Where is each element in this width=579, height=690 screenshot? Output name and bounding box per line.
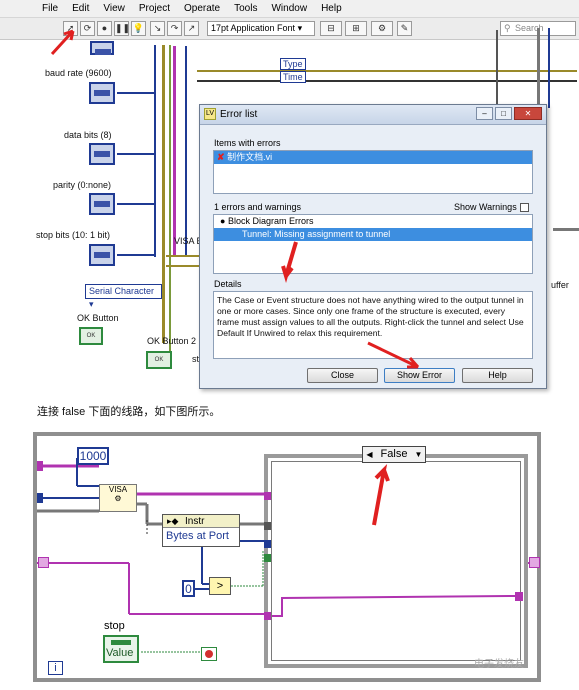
arrow-tunnel-error — [281, 241, 298, 284]
arrow-false-case — [372, 464, 390, 526]
arrow-show-error — [367, 341, 420, 369]
labview-screenshot-error-list: File Edit View Project Operate Tools Win… — [0, 0, 579, 395]
labview-screenshot-case-structure: 1000 VISA ⚙ ▸◆ Instr Bytes at Port 0 > ◀ … — [33, 432, 541, 682]
annotation-arrows-bottom — [372, 464, 390, 526]
annotation-arrows — [50, 29, 420, 369]
arrow-run-button — [50, 29, 75, 56]
caption-text: 连接 false 下面的线路，如下图所示。 — [37, 406, 221, 418]
